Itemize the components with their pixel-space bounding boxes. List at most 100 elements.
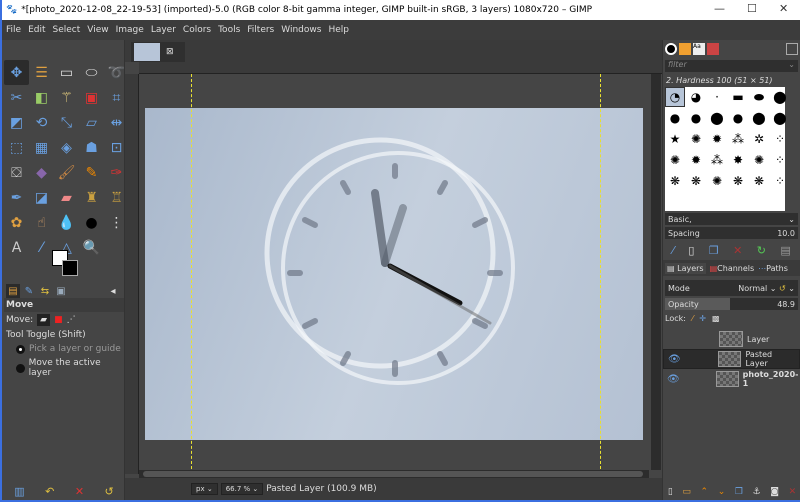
visibility-eye-icon[interactable]: 👁 xyxy=(667,374,680,385)
ellipse-select-tool-icon[interactable]: ⬭ xyxy=(79,60,104,85)
tab-paths[interactable]: ⋯Paths xyxy=(758,264,788,273)
foreground-select-tool-icon[interactable]: ◧ xyxy=(29,85,54,110)
brush-item[interactable]: ❋ xyxy=(665,171,685,191)
brush-item[interactable]: ★ xyxy=(665,129,685,149)
new-brush-icon[interactable]: ▯ xyxy=(688,244,694,257)
brush-item[interactable]: ⬤ xyxy=(770,108,790,128)
brush-item[interactable]: ◔ xyxy=(665,87,685,107)
brush-filter-input[interactable]: filter ⌄ xyxy=(665,60,798,72)
brush-item[interactable]: ⬤ xyxy=(707,108,727,128)
menu-colors[interactable]: Colors xyxy=(183,25,211,35)
layer-row[interactable]: 👁 photo_2020-1 xyxy=(663,369,800,389)
brush-item[interactable]: ✹ xyxy=(707,129,727,149)
new-group-icon[interactable]: ▭ xyxy=(682,487,691,497)
warp-tool-icon[interactable]: ◈ xyxy=(54,135,79,160)
background-color[interactable] xyxy=(62,260,78,276)
radio-pick-layer[interactable]: Pick a layer or guide xyxy=(4,342,124,356)
raise-layer-icon[interactable]: ⌃ xyxy=(701,487,709,497)
brush-item[interactable]: ⬤ xyxy=(770,87,790,107)
radio-move-active[interactable]: Move the active layer xyxy=(4,356,124,380)
undo-history-tab-icon[interactable]: ⇆ xyxy=(38,284,52,298)
color-select-tool-icon[interactable]: ▣ xyxy=(79,85,104,110)
edit-brush-icon[interactable]: ⁄ xyxy=(672,244,674,257)
horizontal-scrollbar[interactable] xyxy=(139,470,649,478)
zoom-select[interactable]: 66.7 % ⌄ xyxy=(220,483,264,495)
move-path-icon[interactable]: ⋰ xyxy=(67,315,76,325)
panel-menu-icon[interactable] xyxy=(786,43,798,55)
lock-pixels-icon[interactable]: ⁄ xyxy=(692,314,693,323)
mask-icon[interactable]: ◙ xyxy=(770,487,779,497)
move-selection-icon[interactable]: ■ xyxy=(54,315,63,325)
vertical-scrollbar[interactable] xyxy=(651,74,661,470)
rotate-tool-icon[interactable]: ⟲ xyxy=(29,110,54,135)
menu-tools[interactable]: Tools xyxy=(218,25,240,35)
duplicate-layer-icon[interactable]: ❐ xyxy=(735,487,743,497)
brush-item[interactable]: ● xyxy=(728,108,748,128)
restore-options-icon[interactable]: ↶ xyxy=(45,485,54,498)
delete-layer-icon[interactable]: ✕ xyxy=(789,487,797,497)
tab-channels[interactable]: ▤Channels xyxy=(710,264,755,273)
gradient-tool-icon[interactable]: ◆ xyxy=(29,160,54,185)
maximize-button[interactable]: ☐ xyxy=(747,2,757,15)
brush-item[interactable]: ✺ xyxy=(665,150,685,170)
brush-item[interactable]: ✹ xyxy=(686,150,706,170)
patterns-tab-icon[interactable] xyxy=(679,43,691,55)
brush-item[interactable]: ● xyxy=(665,108,685,128)
panel-menu-icon[interactable]: ◂ xyxy=(106,284,120,298)
close-tab-icon[interactable]: ⊠ xyxy=(166,47,174,57)
menu-layer[interactable]: Layer xyxy=(151,25,176,35)
clone-tool-icon[interactable]: ♜ xyxy=(79,185,104,210)
spacing-spinner[interactable]: Spacing 10.0 xyxy=(665,227,798,239)
blur-tool-icon[interactable]: 💧 xyxy=(54,210,79,235)
layer-row[interactable]: Layer xyxy=(663,329,800,349)
menu-select[interactable]: Select xyxy=(53,25,81,35)
cage-tool-icon[interactable]: ▦ xyxy=(29,135,54,160)
brush-item[interactable]: ✲ xyxy=(749,129,769,149)
zoom-tool-icon[interactable]: 🔍 xyxy=(79,235,104,260)
close-button[interactable]: ✕ xyxy=(779,2,788,15)
fuzzy-select-tool-icon[interactable]: ⚚ xyxy=(54,85,79,110)
brush-item[interactable]: ✺ xyxy=(707,171,727,191)
visibility-eye-icon[interactable]: 👁 xyxy=(668,354,681,365)
unit-select[interactable]: px ⌄ xyxy=(191,483,218,495)
brush-item[interactable]: ⬬ xyxy=(749,87,769,107)
rect-select-tool-icon[interactable]: ▭ xyxy=(54,60,79,85)
device-status-tab-icon[interactable]: ✎ xyxy=(22,284,36,298)
reset-options-icon[interactable]: ↺ xyxy=(105,485,114,498)
menu-image[interactable]: Image xyxy=(116,25,144,35)
brush-item[interactable]: ◕ xyxy=(686,87,706,107)
mypaint-tool-icon[interactable]: ◪ xyxy=(29,185,54,210)
fg-bg-colors[interactable] xyxy=(49,250,79,280)
open-brush-icon[interactable]: ▤ xyxy=(780,244,790,257)
lock-position-icon[interactable]: ✛ xyxy=(699,314,706,323)
move-tool-icon[interactable]: ✥ xyxy=(4,60,29,85)
opacity-slider[interactable]: Opacity 48.9 xyxy=(665,298,798,310)
image-tab[interactable]: ⊠ xyxy=(131,42,185,62)
brush-item[interactable]: ✺ xyxy=(686,129,706,149)
menu-edit[interactable]: Edit xyxy=(28,25,45,35)
shear-tool-icon[interactable]: ▱ xyxy=(79,110,104,135)
handle-transform-tool-icon[interactable]: ☗ xyxy=(79,135,104,160)
eraser-tool-icon[interactable]: ▰ xyxy=(54,185,79,210)
horizontal-ruler[interactable] xyxy=(139,62,663,74)
brush-item[interactable]: ⁘ xyxy=(770,171,790,191)
brush-item[interactable]: ⬤ xyxy=(749,108,769,128)
save-options-icon[interactable]: ▥ xyxy=(14,485,24,498)
refresh-brushes-icon[interactable]: ↻ xyxy=(757,244,766,257)
brush-preset-select[interactable]: Basic, ⌄ xyxy=(665,213,798,225)
delete-brush-icon[interactable]: ✕ xyxy=(733,244,742,257)
mode-select[interactable]: Mode Normal ⌄ ↺ ⌄ xyxy=(665,280,798,296)
text-tool-icon[interactable]: A xyxy=(4,235,29,260)
layer-row[interactable]: 👁 Pasted Layer xyxy=(663,349,800,369)
tab-layers[interactable]: ▤ Layers xyxy=(665,262,706,274)
unified-transform-tool-icon[interactable]: ◩ xyxy=(4,110,29,135)
menu-help[interactable]: Help xyxy=(328,25,349,35)
vertical-guide[interactable] xyxy=(191,74,192,474)
menu-filters[interactable]: Filters xyxy=(247,25,274,35)
bucket-fill-tool-icon[interactable]: ⛋ xyxy=(4,160,29,185)
dodge-burn-tool-icon[interactable]: ● xyxy=(79,210,104,235)
move-layer-icon[interactable]: ▰ xyxy=(37,314,51,326)
perspective-tool-icon[interactable]: ⬚ xyxy=(4,135,29,160)
brush-item[interactable]: · xyxy=(707,87,727,107)
smudge-tool-icon[interactable]: ☝ xyxy=(29,210,54,235)
